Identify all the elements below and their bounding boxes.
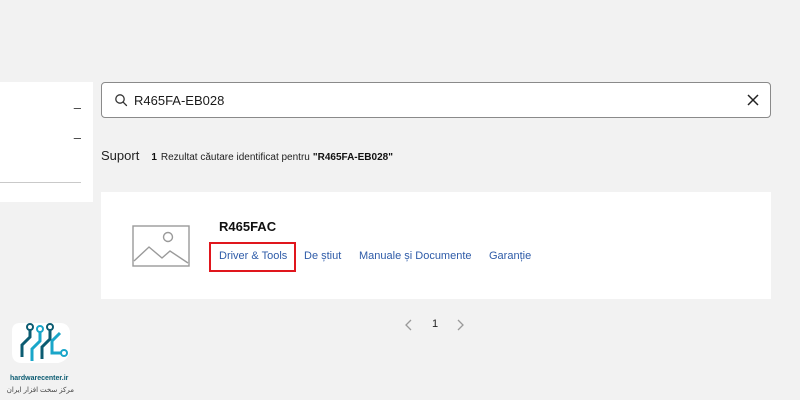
results-count: 1 xyxy=(151,152,157,163)
product-name: R465FAC xyxy=(219,219,277,234)
filter-panel: – – xyxy=(0,82,93,202)
circuit-logo-icon xyxy=(12,323,70,363)
clear-search-icon[interactable] xyxy=(746,93,760,107)
image-placeholder-icon xyxy=(132,225,190,267)
results-summary: Suport 1 Rezultat căutare identificat pe… xyxy=(101,148,393,166)
page-number[interactable]: 1 xyxy=(432,318,438,330)
watermark-logo: hardwarecenter.ir مرکز سخت افزار ایران xyxy=(6,321,74,399)
driver-tools-link[interactable]: Driver & Tools xyxy=(219,250,287,262)
chevron-right-icon[interactable] xyxy=(455,319,465,331)
watermark-subtitle: مرکز سخت افزار ایران xyxy=(6,387,74,394)
watermark-site: hardwarecenter.ir xyxy=(10,375,69,382)
filter-row[interactable]: – xyxy=(0,100,93,120)
collapse-icon[interactable]: – xyxy=(74,100,81,115)
filter-row[interactable]: – xyxy=(0,130,93,150)
search-icon xyxy=(115,94,128,107)
results-title: Suport xyxy=(101,148,140,163)
product-card: R465FAC Driver & Tools De știut Manuale … xyxy=(101,192,771,299)
pagination: 1 xyxy=(404,316,468,334)
search-input[interactable] xyxy=(134,89,734,111)
warranty-link[interactable]: Garanție xyxy=(489,250,531,262)
results-query: "R465FA-EB028" xyxy=(312,152,393,163)
de-stiut-link[interactable]: De știut xyxy=(304,250,341,262)
chevron-left-icon[interactable] xyxy=(404,319,414,331)
manuals-documents-link[interactable]: Manuale și Documente xyxy=(359,250,472,262)
results-text: Rezultat căutare identificat pentru xyxy=(160,152,310,163)
divider xyxy=(0,182,81,183)
search-box[interactable] xyxy=(101,82,771,118)
collapse-icon[interactable]: – xyxy=(74,130,81,145)
